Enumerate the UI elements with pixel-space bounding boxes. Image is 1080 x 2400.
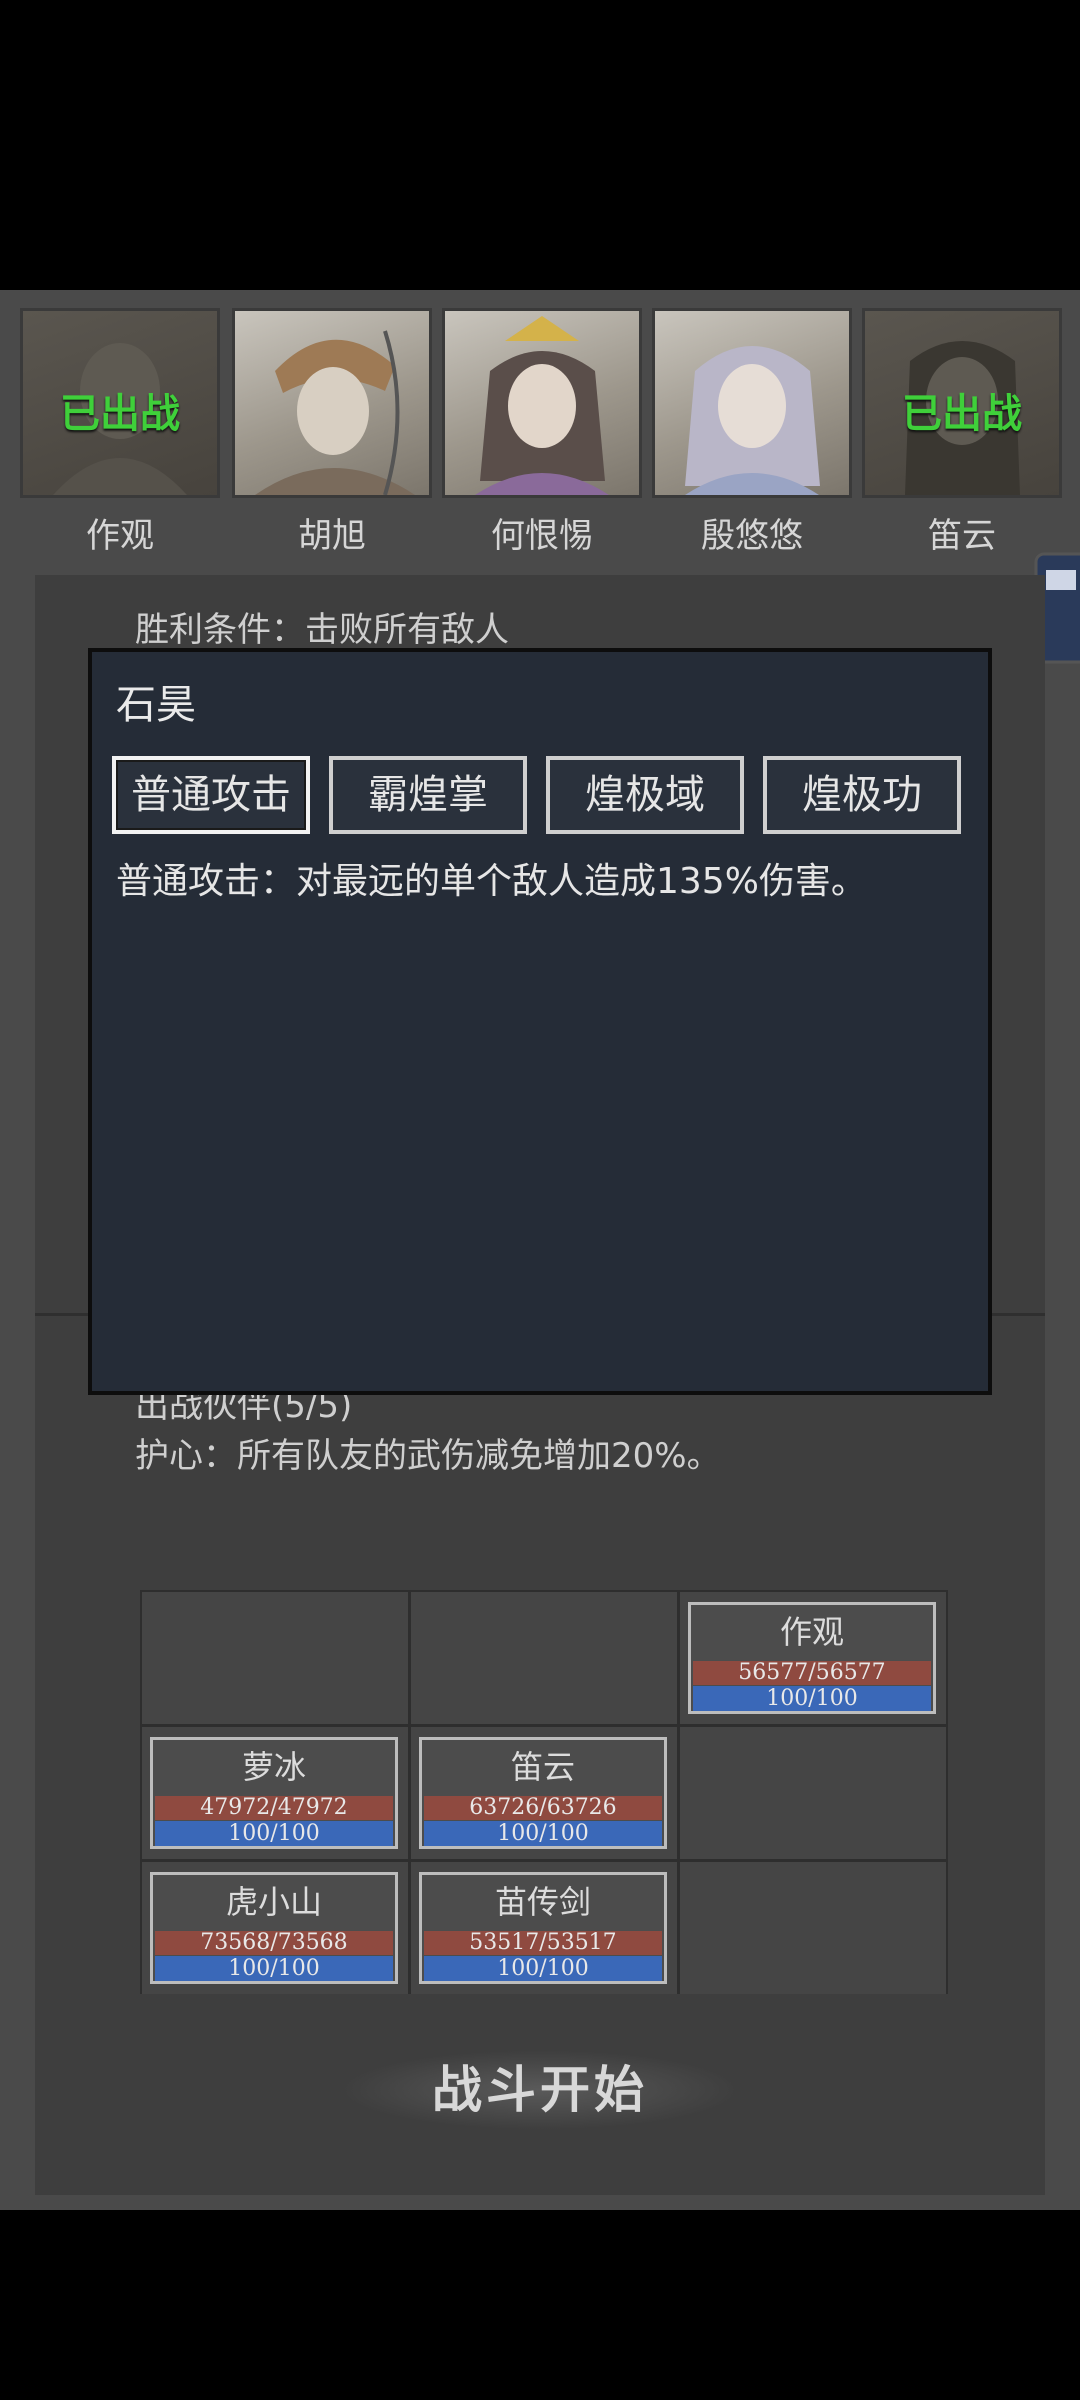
grid-slot[interactable] [142, 1592, 408, 1724]
formation-grid: 作观 56577/56577 100/100 萝冰 47972/47972 10… [140, 1590, 948, 1994]
hero-name: 何恨惕 [491, 516, 593, 556]
skill-tab-3[interactable]: 煌极功 [763, 756, 961, 834]
skill-description: 普通攻击：对最远的单个敌人造成135%伤害。 [116, 861, 867, 902]
grid-slot[interactable]: 虎小山 73568/73568 100/100 [142, 1862, 408, 1994]
grid-slot[interactable] [680, 1727, 946, 1859]
skill-tab-0[interactable]: 普通攻击 [112, 756, 310, 834]
unit-card[interactable]: 作观 56577/56577 100/100 [688, 1602, 936, 1714]
mp-bar: 100/100 [155, 1956, 393, 1981]
skill-tab-2[interactable]: 煌极域 [546, 756, 744, 834]
unit-card[interactable]: 萝冰 47972/47972 100/100 [150, 1737, 398, 1849]
deployed-badge: 已出战 [60, 391, 180, 437]
hero-name: 胡旭 [298, 516, 366, 556]
skill-info-modal: 石昊 普通攻击 霸煌掌 煌极域 煌极功 普通攻击：对最远的单个敌人造成135%伤… [88, 648, 992, 1395]
hp-bar: 53517/53517 [424, 1931, 662, 1955]
unit-name: 作观 [779, 1613, 844, 1651]
hero-portrait: 已出战 [862, 308, 1062, 498]
hero-portrait [442, 308, 642, 498]
mp-bar: 100/100 [693, 1686, 931, 1711]
skill-tab-1[interactable]: 霸煌掌 [329, 756, 527, 834]
mp-bar: 100/100 [424, 1821, 662, 1846]
grid-slot[interactable]: 苗传剑 53517/53517 100/100 [411, 1862, 677, 1994]
unit-name: 苗传剑 [494, 1883, 591, 1921]
hp-bar: 56577/56577 [693, 1661, 931, 1685]
unit-name: 笛云 [510, 1748, 575, 1786]
win-condition: 胜利条件：击败所有敌人 [135, 610, 509, 650]
deployed-badge: 已出战 [902, 391, 1022, 437]
mp-bar: 100/100 [424, 1956, 662, 1981]
hero-portrait [232, 308, 432, 498]
hp-bar: 47972/47972 [155, 1796, 393, 1820]
unit-name: 萝冰 [241, 1748, 306, 1786]
game-screen: 已出战 作观 胡旭 何恨惕 殷悠悠 已出战 笛云 胜利条件：击败所有敌人 出战伙… [0, 290, 1080, 2210]
grid-slot[interactable]: 萝冰 47972/47972 100/100 [142, 1727, 408, 1859]
grid-slot[interactable] [680, 1862, 946, 1994]
hp-bar: 73568/73568 [155, 1931, 393, 1955]
start-battle-button[interactable]: 战斗开始 [340, 2050, 740, 2130]
companion-skill-desc: 护心：所有队友的武伤减免增加20%。 [135, 1436, 721, 1476]
modal-title: 石昊 [116, 682, 196, 728]
hero-name: 殷悠悠 [701, 516, 803, 556]
hero-name: 作观 [86, 516, 154, 556]
hp-bar: 63726/63726 [424, 1796, 662, 1820]
grid-slot[interactable]: 作观 56577/56577 100/100 [680, 1592, 946, 1724]
unit-card[interactable]: 苗传剑 53517/53517 100/100 [419, 1872, 667, 1984]
hero-portrait [652, 308, 852, 498]
grid-slot[interactable]: 笛云 63726/63726 100/100 [411, 1727, 677, 1859]
hero-portrait: 已出战 [20, 308, 220, 498]
unit-card[interactable]: 笛云 63726/63726 100/100 [419, 1737, 667, 1849]
grid-slot[interactable] [411, 1592, 677, 1724]
unit-name: 虎小山 [225, 1883, 322, 1921]
unit-card[interactable]: 虎小山 73568/73568 100/100 [150, 1872, 398, 1984]
mp-bar: 100/100 [155, 1821, 393, 1846]
